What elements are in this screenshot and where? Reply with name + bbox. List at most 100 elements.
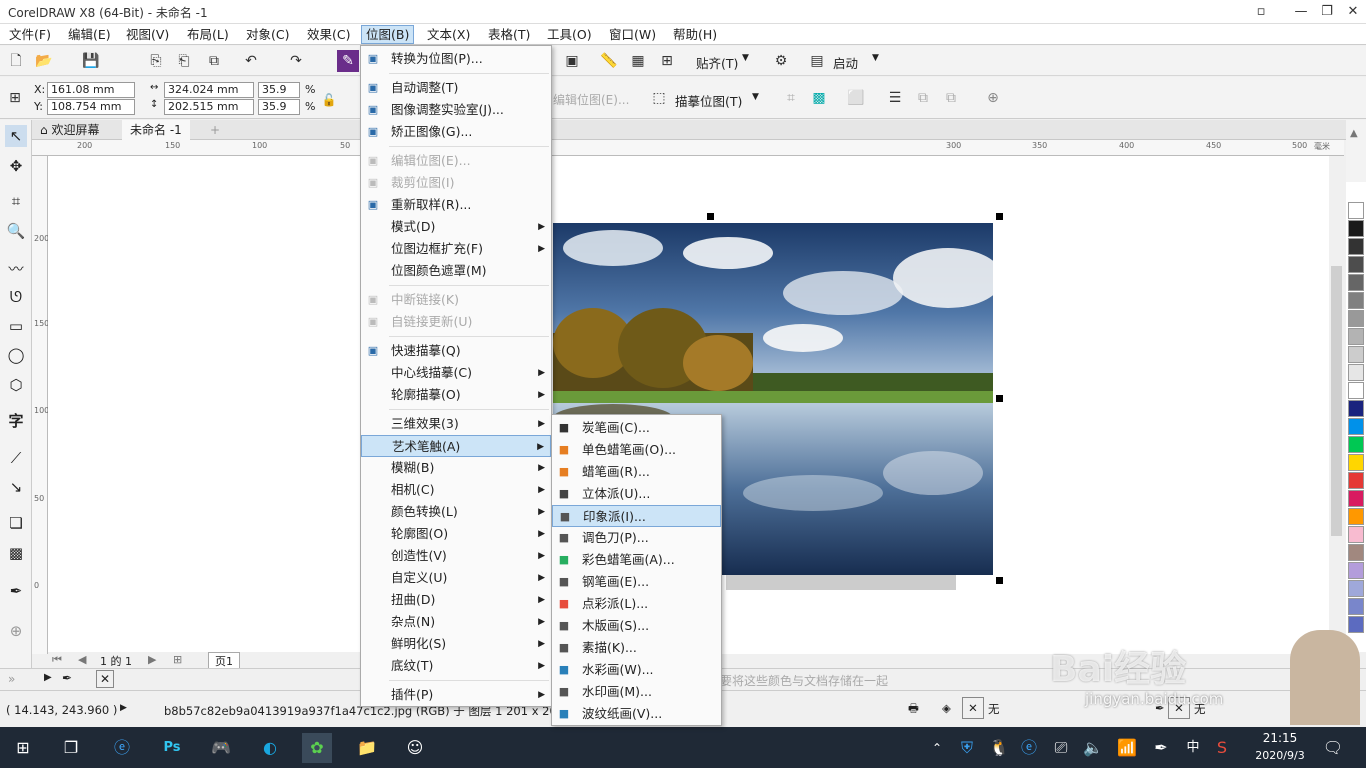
application-launcher-icon[interactable]: ▤ <box>806 50 828 72</box>
bitmap-menu-item[interactable]: 中心线描摹(C) ▶ <box>361 362 551 384</box>
x-position-input[interactable]: 161.08 mm <box>47 82 135 98</box>
volume-icon[interactable]: 🔈 <box>1078 733 1108 763</box>
menu-window[interactable]: 窗口(W) <box>605 25 660 44</box>
play-icon[interactable]: ▶ <box>44 672 52 683</box>
drop-shadow-icon[interactable]: ❏ <box>5 512 27 534</box>
palette-swatch[interactable] <box>1348 616 1364 633</box>
bitmap-menu-item[interactable]: ▣ 裁剪位图(I) <box>361 172 551 194</box>
palette-swatch[interactable] <box>1348 544 1364 561</box>
new-tab-icon[interactable]: + <box>202 120 228 140</box>
palette-swatch[interactable] <box>1348 580 1364 597</box>
artistic-stroke-item[interactable]: ■ 彩色蜡笔画(A)... <box>552 549 721 571</box>
ie-browser-icon[interactable]: ⓔ <box>107 733 137 763</box>
pen-icon[interactable]: ✒ <box>1146 733 1176 763</box>
palette-swatch[interactable] <box>1348 472 1364 489</box>
artistic-stroke-item[interactable]: ■ 木版画(S)... <box>552 615 721 637</box>
palette-swatch[interactable] <box>1348 526 1364 543</box>
artistic-stroke-item[interactable]: ■ 波纹纸画(V)... <box>552 703 721 725</box>
show-guidelines-icon[interactable]: ⊞ <box>656 50 678 72</box>
add-tool-icon[interactable]: ⊕ <box>5 620 27 642</box>
artistic-stroke-item[interactable]: ■ 单色蜡笔画(O)... <box>552 439 721 461</box>
width-input[interactable]: 324.024 mm <box>164 82 254 98</box>
open-icon[interactable]: 📂 <box>33 50 55 72</box>
no-color-icon[interactable]: ✕ <box>96 670 114 688</box>
y-position-input[interactable]: 108.754 mm <box>47 99 135 115</box>
palette-swatch[interactable] <box>1348 274 1364 291</box>
copy-icon[interactable]: ⧉ <box>203 50 225 72</box>
palette-swatch[interactable] <box>1348 220 1364 237</box>
windows-start-icon[interactable]: ⊞ <box>8 733 38 763</box>
show-grid-icon[interactable]: ▦ <box>627 50 649 72</box>
menu-text[interactable]: 文本(X) <box>423 25 474 44</box>
new-document-icon[interactable]: 🗋 <box>5 50 27 72</box>
tab-welcome-screen[interactable]: ⌂ 欢迎屏幕 <box>32 120 107 140</box>
vertical-ruler[interactable]: 200 150 100 50 0 <box>32 156 49 654</box>
show-rulers-icon[interactable]: 📏 <box>598 50 620 72</box>
bitmap-menu-item[interactable]: 鲜明化(S) ▶ <box>361 633 551 655</box>
palette-swatch[interactable] <box>1348 490 1364 507</box>
palette-scroll-up-icon[interactable]: ▲ <box>1350 128 1358 139</box>
artistic-stroke-item[interactable]: ■ 蜡笔画(R)... <box>552 461 721 483</box>
menu-object[interactable]: 对象(C) <box>242 25 293 44</box>
crop-icon[interactable]: ⌗ <box>780 87 802 109</box>
bitmap-menu-item[interactable]: 底纹(T) ▶ <box>361 655 551 677</box>
artistic-stroke-item[interactable]: ■ 水彩画(W)... <box>552 659 721 681</box>
bitmap-menu-item[interactable]: ▣ 编辑位图(E)... <box>361 150 551 172</box>
add-page-icon[interactable]: ⊞ <box>173 653 182 666</box>
device-icon[interactable]: ⎚ <box>1046 733 1076 763</box>
parallel-dimension-icon[interactable]: ⟋ <box>5 447 27 469</box>
palette-swatch[interactable] <box>1348 238 1364 255</box>
rectangle-tool-icon[interactable]: ▭ <box>5 315 27 337</box>
artistic-stroke-item[interactable]: ■ 炭笔画(C)... <box>552 417 721 439</box>
menu-edit[interactable]: 编辑(E) <box>64 25 115 44</box>
chevron-down-icon[interactable]: ▼ <box>872 53 879 63</box>
palette-swatch[interactable] <box>1348 256 1364 273</box>
palette-swatch[interactable] <box>1348 382 1364 399</box>
bitmap-menu-item[interactable]: 艺术笔触(A) ▶ <box>361 435 551 457</box>
fill-icon[interactable]: ◈ <box>942 701 951 715</box>
bitmap-menu-item[interactable]: ▣ 转换为位图(P)... <box>361 48 551 70</box>
bitmap-menu-item[interactable]: 三维效果(3) ▶ <box>361 413 551 435</box>
shape-tool-icon[interactable]: ✥ <box>5 155 27 177</box>
chevron-down-icon[interactable]: ▼ <box>752 92 759 102</box>
scrollbar-thumb[interactable] <box>1331 266 1342 536</box>
next-page-icon[interactable]: ▶ <box>148 653 156 666</box>
menu-table[interactable]: 表格(T) <box>484 25 534 44</box>
edit-bitmap-button[interactable]: 编辑位图(E)... <box>553 91 629 108</box>
tab-document[interactable]: 未命名 -1 <box>122 120 190 140</box>
snap-to-dropdown[interactable]: 贴齐(T) <box>696 53 738 72</box>
artistic-stroke-item[interactable]: ■ 钢笔画(E)... <box>552 571 721 593</box>
text-tool-icon[interactable]: 字 <box>5 410 27 432</box>
tray-up-icon[interactable]: ⌃ <box>922 733 952 763</box>
bitmap-menu-item[interactable]: 自定义(U) ▶ <box>361 567 551 589</box>
qq-icon[interactable]: 🐧 <box>984 733 1014 763</box>
palette-swatch[interactable] <box>1348 346 1364 363</box>
palette-swatch[interactable] <box>1348 292 1364 309</box>
menu-view[interactable]: 视图(V) <box>122 25 173 44</box>
selection-handle[interactable] <box>707 213 714 220</box>
height-input[interactable]: 202.515 mm <box>164 99 254 115</box>
palette-swatch[interactable] <box>1348 508 1364 525</box>
eyedropper-icon[interactable]: ✒ <box>5 580 27 602</box>
menu-bitmaps[interactable]: 位图(B) <box>361 25 415 44</box>
bitmap-menu-item[interactable]: 位图边框扩充(F) ▶ <box>361 238 551 260</box>
task-view-icon[interactable]: ❐ <box>56 733 86 763</box>
play-icon[interactable]: ▶ <box>120 703 127 713</box>
menu-layout[interactable]: 布局(L) <box>183 25 233 44</box>
polygon-tool-icon[interactable]: ⬡ <box>5 374 27 396</box>
trace-bitmap-icon[interactable]: ⬚ <box>648 87 670 109</box>
menu-help[interactable]: 帮助(H) <box>669 25 721 44</box>
palette-swatch[interactable] <box>1348 598 1364 615</box>
selection-handle[interactable] <box>996 395 1003 402</box>
selection-handle[interactable] <box>996 213 1003 220</box>
wrap-text-icon[interactable]: ☰ <box>884 87 906 109</box>
save-icon[interactable]: 💾 <box>80 50 102 72</box>
palette-swatch[interactable] <box>1348 454 1364 471</box>
coreldraw-icon[interactable]: ✿ <box>302 733 332 763</box>
transparency-icon[interactable]: ▩ <box>5 542 27 564</box>
redo-icon[interactable]: ↷ <box>285 50 307 72</box>
no-fill-icon[interactable]: ✕ <box>962 697 984 719</box>
corel-connect-icon[interactable]: ✎ <box>337 50 359 72</box>
color-proof-icon[interactable]: 🖶 <box>908 701 919 720</box>
bitmap-menu-item[interactable]: ▣ 图像调整实验室(J)... <box>361 99 551 121</box>
